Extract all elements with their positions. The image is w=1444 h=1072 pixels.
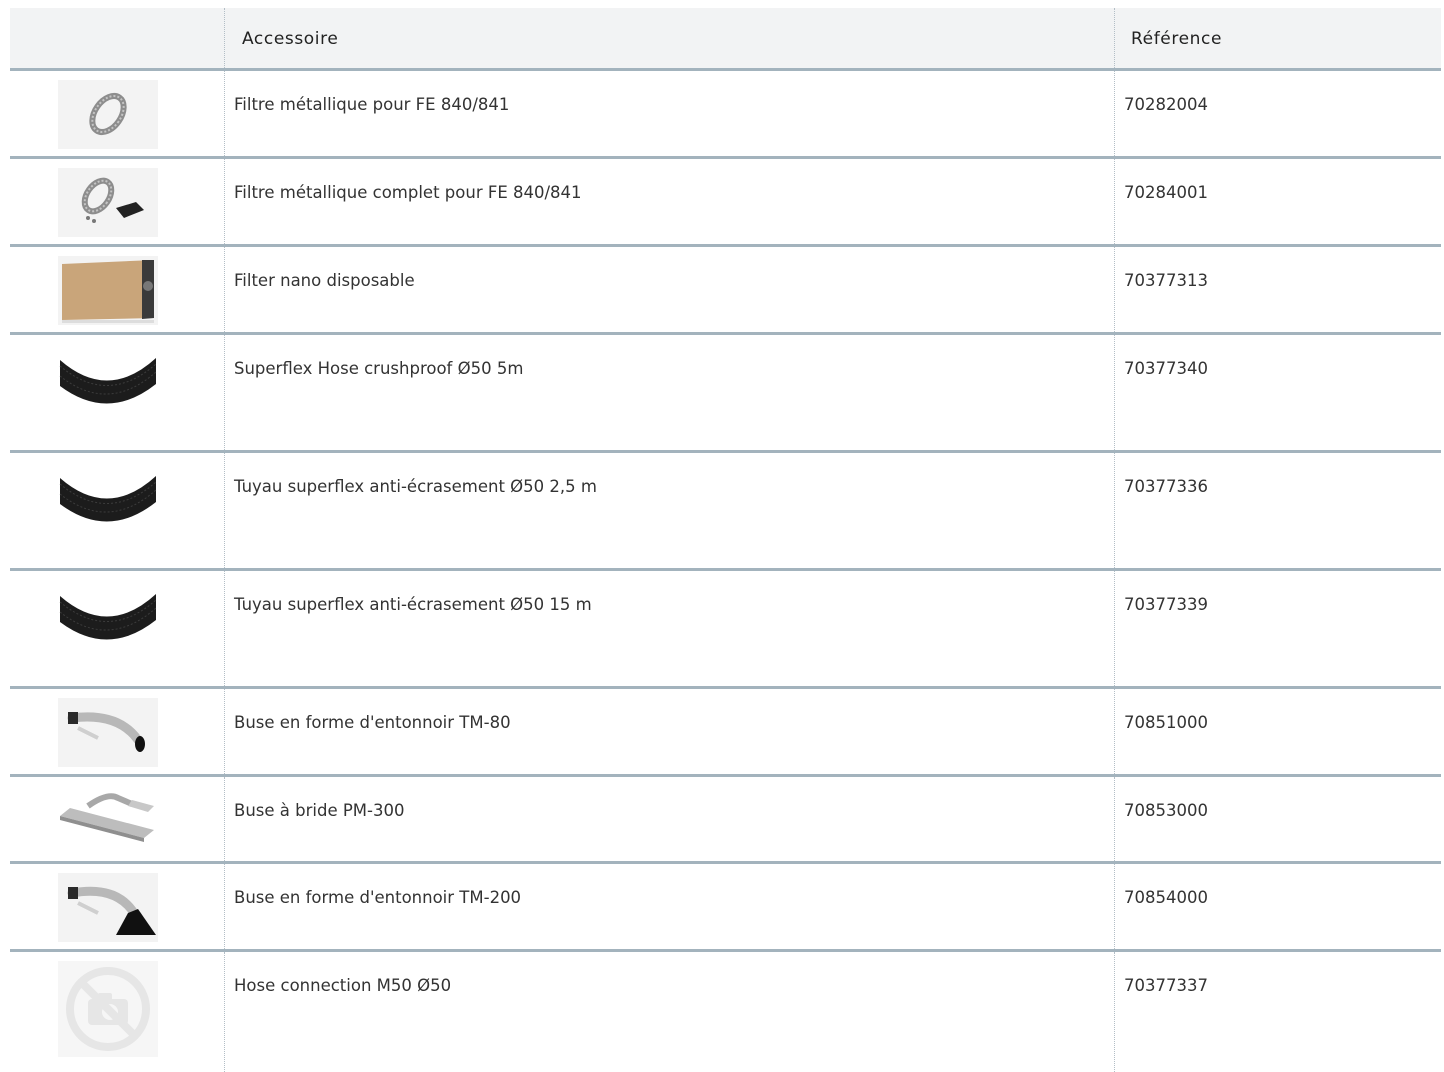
reference-number: 70377337 <box>1124 976 1208 995</box>
column-separator <box>224 159 225 244</box>
column-separator <box>1114 571 1115 686</box>
accessories-table: Accessoire Référence Filtre métallique p… <box>10 8 1441 1072</box>
reference-number: 70377336 <box>1124 477 1208 496</box>
accessory-name: Filtre métallique complet pour FE 840/84… <box>234 183 582 202</box>
table-row: Tuyau superflex anti-écrasement Ø50 15 m… <box>10 571 1441 689</box>
header-accessory: Accessoire <box>242 29 339 49</box>
accessory-name: Hose connection M50 Ø50 <box>234 976 452 995</box>
flange-nozzle-icon <box>58 786 158 855</box>
column-separator <box>1114 864 1115 949</box>
table-row: Buse en forme d'entonnoir TM-80 70851000 <box>10 689 1441 777</box>
reference-number: 70284001 <box>1124 183 1208 202</box>
accessory-name: Tuyau superflex anti-écrasement Ø50 15 m <box>234 595 592 614</box>
black-hose-icon <box>58 580 158 649</box>
column-separator <box>224 952 225 1072</box>
column-separator <box>1114 159 1115 244</box>
accessory-name: Buse à bride PM-300 <box>234 801 405 820</box>
funnel-nozzle-icon <box>58 698 158 767</box>
column-separator <box>1114 952 1115 1072</box>
black-hose-icon <box>58 344 158 413</box>
table-row: Superflex Hose crushproof Ø50 5m 7037734… <box>10 335 1441 453</box>
funnel-nozzle-wide-icon <box>58 873 158 942</box>
column-separator <box>224 453 225 568</box>
table-header: Accessoire Référence <box>10 8 1441 71</box>
table-row: Hose connection M50 Ø50 70377337 <box>10 952 1441 1072</box>
accessory-name: Filtre métallique pour FE 840/841 <box>234 95 510 114</box>
accessory-name: Buse en forme d'entonnoir TM-80 <box>234 713 511 732</box>
reference-number: 70377340 <box>1124 359 1208 378</box>
table-row: Filter nano disposable 70377313 <box>10 247 1441 335</box>
table-row: Tuyau superflex anti-écrasement Ø50 2,5 … <box>10 453 1441 571</box>
filter-box-icon <box>58 256 158 325</box>
column-separator <box>224 247 225 332</box>
black-hose-icon <box>58 462 158 531</box>
table-row: Buse à bride PM-300 70853000 <box>10 777 1441 864</box>
reference-number: 70853000 <box>1124 801 1208 820</box>
column-separator <box>1114 335 1115 450</box>
column-separator <box>224 8 225 68</box>
column-separator <box>1114 453 1115 568</box>
column-separator <box>224 864 225 949</box>
header-reference: Référence <box>1131 29 1223 49</box>
column-separator <box>224 571 225 686</box>
column-separator <box>1114 689 1115 774</box>
column-separator <box>224 689 225 774</box>
table-row: Buse en forme d'entonnoir TM-200 7085400… <box>10 864 1441 952</box>
table-row: Filtre métallique complet pour FE 840/84… <box>10 159 1441 247</box>
column-separator <box>1114 247 1115 332</box>
metal-filter-kit-icon <box>58 168 158 237</box>
reference-number: 70851000 <box>1124 713 1208 732</box>
reference-number: 70377339 <box>1124 595 1208 614</box>
column-separator <box>1114 777 1115 861</box>
accessory-name: Tuyau superflex anti-écrasement Ø50 2,5 … <box>234 477 597 496</box>
column-separator <box>224 777 225 861</box>
column-separator <box>1114 8 1115 68</box>
metal-filter-ring-icon <box>58 80 158 149</box>
reference-number: 70377313 <box>1124 271 1208 290</box>
reference-number: 70854000 <box>1124 888 1208 907</box>
reference-number: 70282004 <box>1124 95 1208 114</box>
accessory-name: Filter nano disposable <box>234 271 415 290</box>
column-separator <box>224 335 225 450</box>
accessory-name: Buse en forme d'entonnoir TM-200 <box>234 888 522 907</box>
column-separator <box>1114 71 1115 156</box>
column-separator <box>224 71 225 156</box>
no-image-placeholder-icon <box>58 961 158 1057</box>
accessory-name: Superflex Hose crushproof Ø50 5m <box>234 359 524 378</box>
table-row: Filtre métallique pour FE 840/841 702820… <box>10 71 1441 159</box>
